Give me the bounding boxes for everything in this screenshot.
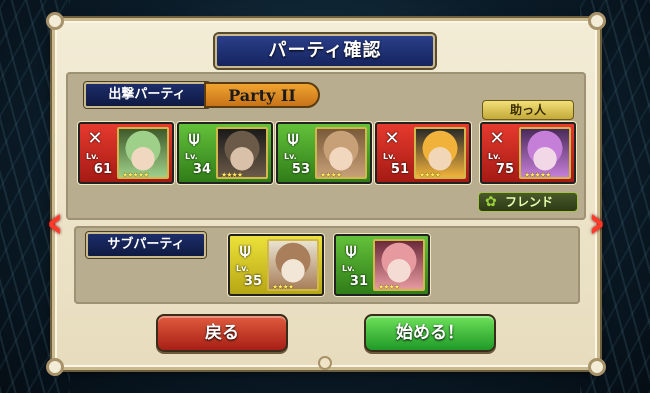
crossed-swords-icon: ✕	[87, 128, 103, 149]
level-value: 31	[349, 274, 368, 289]
character-card[interactable]: ⍦ Lv. 34 ★★★★	[177, 122, 273, 184]
level-value: 53	[291, 162, 310, 177]
rarity-stars: ★★★★	[221, 171, 243, 179]
archer-icon: ⍦	[287, 128, 299, 149]
dialog-title: パーティ確認	[215, 34, 435, 68]
start-button[interactable]: 始める！	[364, 314, 496, 352]
level-value: 35	[243, 274, 262, 289]
level-tag: Lv.	[185, 152, 198, 161]
rarity-stars: ★★★★★	[524, 171, 551, 179]
level-tag: Lv.	[342, 264, 355, 273]
friend-label: フレンド	[505, 195, 554, 209]
rarity-stars: ★★★★	[272, 283, 294, 291]
friend-badge: ✿ フレンド	[478, 192, 578, 212]
corner-ornament	[588, 358, 606, 376]
level-tag: Lv.	[488, 152, 501, 161]
level-value: 75	[495, 162, 514, 177]
level-value: 61	[93, 162, 112, 177]
character-card[interactable]: ⍦ Lv. 53 ★★★★	[276, 122, 372, 184]
previous-party-arrow[interactable]: ‹	[44, 192, 66, 254]
clover-icon: ✿	[485, 194, 497, 210]
corner-ornament	[46, 12, 64, 30]
character-card[interactable]: ⍦ Lv. 35 ★★★★	[228, 234, 324, 296]
corner-ornament	[588, 12, 606, 30]
corner-ornament	[46, 358, 64, 376]
rarity-stars: ★★★★	[378, 283, 400, 291]
level-tag: Lv.	[86, 152, 99, 161]
bow-icon: ⍦	[239, 240, 251, 261]
crossed-swords-icon: ✕	[489, 128, 505, 149]
level-tag: Lv.	[284, 152, 297, 161]
character-card[interactable]: ⍦ Lv. 31 ★★★★	[334, 234, 430, 296]
character-card[interactable]: ✕ Lv. 61 ★★★★★	[78, 122, 174, 184]
level-tag: Lv.	[236, 264, 249, 273]
level-tag: Lv.	[383, 152, 396, 161]
sub-party-label: サブパーティ	[86, 232, 206, 258]
rarity-stars: ★★★★★	[122, 171, 149, 179]
party-name-tab[interactable]: Party II	[204, 82, 320, 108]
character-card[interactable]: ✕ Lv. 75 ★★★★★	[480, 122, 576, 184]
bottom-ornament	[318, 356, 332, 370]
next-party-arrow[interactable]: ›	[586, 192, 608, 254]
rarity-stars: ★★★★	[419, 171, 441, 179]
archer-icon: ⍦	[188, 128, 200, 149]
level-value: 34	[192, 162, 211, 177]
character-card[interactable]: ✕ Lv. 51 ★★★★	[375, 122, 471, 184]
level-value: 51	[390, 162, 409, 177]
rarity-stars: ★★★★	[320, 171, 342, 179]
crossed-swords-icon: ✕	[384, 128, 400, 149]
archer-icon: ⍦	[345, 240, 357, 261]
main-party-label: 出撃パーティ	[84, 82, 210, 108]
helper-label: 助っ人	[482, 100, 574, 120]
back-button[interactable]: 戻る	[156, 314, 288, 352]
